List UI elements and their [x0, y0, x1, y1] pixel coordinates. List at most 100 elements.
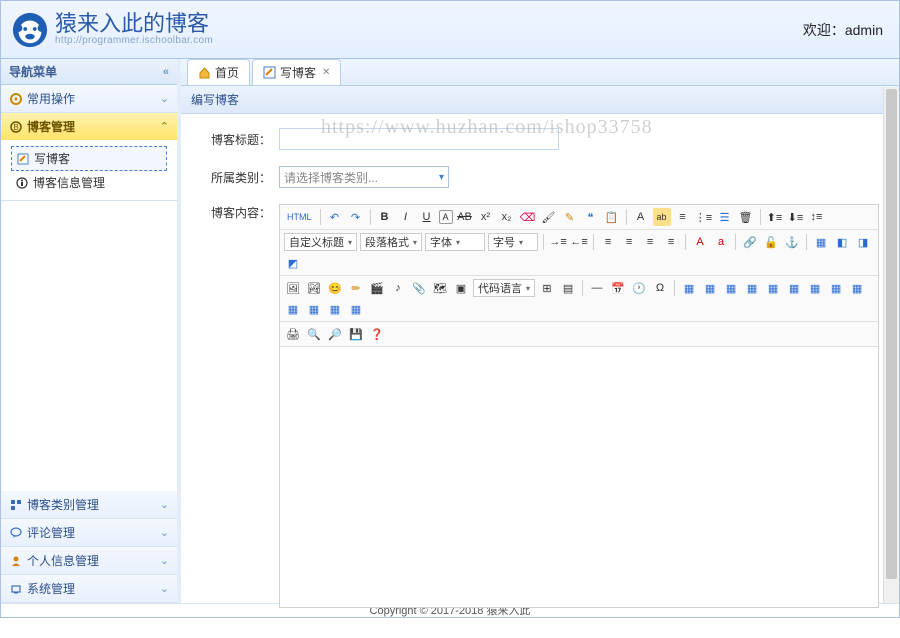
splittocols-icon[interactable]: ▦ [347, 300, 365, 318]
font-select[interactable]: 字体▾ [425, 233, 485, 251]
italic-icon[interactable]: I [397, 208, 415, 226]
removeformat-icon[interactable]: ⌫ [519, 208, 537, 226]
simpleupload-icon[interactable]: 🖼 [284, 279, 302, 297]
indent-icon[interactable]: →≡ [549, 233, 567, 251]
lineheight-icon[interactable]: ↕≡ [808, 208, 826, 226]
deletecol-icon[interactable]: ▦ [806, 279, 824, 297]
spechars-icon[interactable]: Ω [651, 279, 669, 297]
deleterow-icon[interactable]: ▦ [764, 279, 782, 297]
inserttable-icon[interactable]: ▦ [680, 279, 698, 297]
forecolor-icon[interactable]: A [632, 208, 650, 226]
insertrow-icon[interactable]: ▦ [743, 279, 761, 297]
autotypeset-icon[interactable]: ✎ [561, 208, 579, 226]
insertvideo-icon[interactable]: 🎬 [368, 279, 386, 297]
print-icon[interactable]: 🖨 [284, 325, 302, 343]
unlink-icon[interactable]: 🔓 [762, 233, 780, 251]
site-title: 猿来入此的博客 [55, 13, 213, 35]
scrawl-icon[interactable]: ✏ [347, 279, 365, 297]
sidebar-section-system[interactable]: 系统管理⌄ [1, 575, 177, 602]
sidebar-section-common[interactable]: 常用操作 ⌄ [1, 85, 177, 112]
justifyleft-icon[interactable]: ≡ [599, 233, 617, 251]
sidebar-section-comment[interactable]: 评论管理⌄ [1, 519, 177, 546]
formatmatch-icon[interactable]: 🖌 [540, 208, 558, 226]
imagecenter-icon[interactable]: ◩ [284, 254, 302, 272]
bold-icon[interactable]: B [376, 208, 394, 226]
date-icon[interactable]: 📅 [609, 279, 627, 297]
tolowercase-icon[interactable]: a [712, 233, 730, 251]
redo-icon[interactable]: ↷ [347, 208, 365, 226]
heading-select[interactable]: 自定义标题▾ [284, 233, 357, 251]
link-icon[interactable]: 🔗 [741, 233, 759, 251]
mergecells-icon[interactable]: ▦ [827, 279, 845, 297]
codelang-select[interactable]: 代码语言▾ [473, 279, 535, 297]
close-tab-icon[interactable]: ✕ [322, 67, 330, 78]
mergedown-icon[interactable]: ▦ [284, 300, 302, 318]
subscript-icon[interactable]: x₂ [498, 208, 516, 226]
sidebar-section-profile[interactable]: 个人信息管理⌄ [1, 547, 177, 574]
fontsize-select[interactable]: 字号▾ [488, 233, 538, 251]
panel-title: 编写博客 [181, 86, 899, 114]
touppercase-icon[interactable]: A [691, 233, 709, 251]
music-icon[interactable]: ♪ [389, 279, 407, 297]
insertorderedlist-icon[interactable]: ≡ [674, 208, 692, 226]
superscript-icon[interactable]: x² [477, 208, 495, 226]
blog-title-input[interactable] [279, 128, 559, 150]
sidebar: 导航菜单 « 常用操作 ⌄ B 博客管理 ⌃ [1, 59, 181, 603]
template-icon[interactable]: ⊞ [538, 279, 556, 297]
editor-content-area[interactable] [280, 347, 878, 607]
emotion-icon[interactable]: 😊 [326, 279, 344, 297]
help-icon[interactable]: ❓ [368, 325, 386, 343]
backcolor-icon[interactable]: ab [653, 208, 671, 226]
chevron-down-icon: ⌄ [160, 582, 169, 595]
attachment-icon[interactable]: 📎 [410, 279, 428, 297]
editor-toolbar-4: 🖨 🔍 🔎 💾 ❓ [280, 322, 878, 347]
splittocells-icon[interactable]: ▦ [305, 300, 323, 318]
preview-icon[interactable]: 🔍 [305, 325, 323, 343]
collapse-sidebar-icon[interactable]: « [163, 66, 169, 78]
insertframe-icon[interactable]: ▣ [452, 279, 470, 297]
sidebar-section-category[interactable]: 博客类别管理⌄ [1, 491, 177, 518]
insertparagraphbeforetable-icon[interactable]: ▦ [722, 279, 740, 297]
insertunorderedlist-icon[interactable]: ⋮≡ [695, 208, 713, 226]
anchor-icon[interactable]: ⚓ [783, 233, 801, 251]
map-icon[interactable]: 🗺 [431, 279, 449, 297]
background-icon[interactable]: ▤ [559, 279, 577, 297]
outdent-icon[interactable]: ←≡ [570, 233, 588, 251]
selectall-icon[interactable]: ☰ [716, 208, 734, 226]
system-icon [9, 582, 23, 596]
sidebar-item-write-blog[interactable]: 写博客 [11, 146, 167, 171]
insertimage-icon[interactable]: 🏞 [305, 279, 323, 297]
justifyjustify-icon[interactable]: ≡ [662, 233, 680, 251]
imageright-icon[interactable]: ◨ [854, 233, 872, 251]
pasteplain-icon[interactable]: 📋 [603, 208, 621, 226]
sidebar-title: 导航菜单 [9, 63, 57, 80]
searchreplace-icon[interactable]: 🔎 [326, 325, 344, 343]
rowspacingbottom-icon[interactable]: ⬇≡ [787, 208, 805, 226]
rowspacingtop-icon[interactable]: ⬆≡ [766, 208, 784, 226]
strikethrough-icon[interactable]: AB [456, 208, 474, 226]
imagenone-icon[interactable]: ▦ [812, 233, 830, 251]
sidebar-section-blog[interactable]: B 博客管理 ⌃ [1, 113, 177, 140]
tab-write-blog[interactable]: 写博客 ✕ [252, 59, 341, 85]
tab-home[interactable]: 首页 [187, 59, 250, 85]
time-icon[interactable]: 🕐 [630, 279, 648, 297]
underline-icon[interactable]: U [418, 208, 436, 226]
mergeright-icon[interactable]: ▦ [848, 279, 866, 297]
drafts-icon[interactable]: 💾 [347, 325, 365, 343]
cleardoc-icon[interactable]: 🗑 [737, 208, 755, 226]
vertical-scrollbar[interactable] [883, 87, 899, 603]
horizontal-icon[interactable]: — [588, 279, 606, 297]
fontborder-icon[interactable]: A [439, 210, 453, 224]
justifyright-icon[interactable]: ≡ [641, 233, 659, 251]
category-select[interactable]: 请选择博客类别... ▾ [279, 166, 449, 188]
paragraph-select[interactable]: 段落格式▾ [360, 233, 422, 251]
imageleft-icon[interactable]: ◧ [833, 233, 851, 251]
undo-icon[interactable]: ↶ [326, 208, 344, 226]
sidebar-item-blog-info[interactable]: 博客信息管理 [11, 171, 167, 194]
splittorows-icon[interactable]: ▦ [326, 300, 344, 318]
justifycenter-icon[interactable]: ≡ [620, 233, 638, 251]
blockquote-icon[interactable]: ❝ [582, 208, 600, 226]
source-button[interactable]: HTML [284, 208, 315, 226]
insertcol-icon[interactable]: ▦ [785, 279, 803, 297]
deletetable-icon[interactable]: ▦ [701, 279, 719, 297]
